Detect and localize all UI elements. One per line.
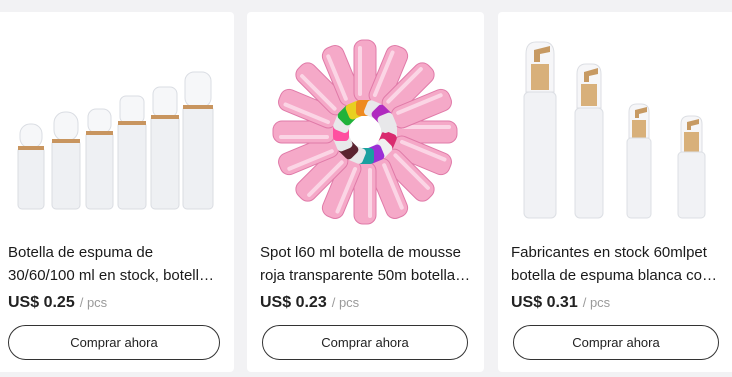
product-card[interactable]: Fabricantes en stock 60mlpet botella de … (498, 12, 732, 372)
product-price: US$ 0.31 (511, 294, 578, 311)
product-card[interactable]: Botella de espuma de 30/60/100 ml en sto… (0, 12, 234, 372)
product-image[interactable] (247, 12, 484, 232)
price-unit: / pcs (79, 295, 108, 310)
price-unit: / pcs (582, 295, 611, 310)
buy-now-button[interactable]: Comprar ahora (262, 325, 468, 360)
price-row: US$ 0.25 / pcs (8, 294, 107, 312)
product-price: US$ 0.23 (260, 294, 327, 311)
pink-bottles-ring-icon (272, 39, 458, 225)
white-foam-bottles-icon (17, 71, 214, 210)
product-title[interactable]: Botella de espuma de 30/60/100 ml en sto… (8, 241, 222, 287)
product-title[interactable]: Fabricantes en stock 60mlpet botella de … (511, 241, 723, 287)
product-title[interactable]: Spot l60 ml botella de mousse roja trans… (260, 241, 472, 287)
price-unit: / pcs (331, 295, 360, 310)
buy-now-button[interactable]: Comprar ahora (8, 325, 220, 360)
buy-now-button[interactable]: Comprar ahora (513, 325, 719, 360)
price-row: US$ 0.31 / pcs (511, 294, 610, 312)
product-card[interactable]: Spot l60 ml botella de mousse roja trans… (247, 12, 484, 372)
price-row: US$ 0.23 / pcs (260, 294, 359, 312)
product-image[interactable] (0, 12, 234, 232)
product-image[interactable] (498, 12, 732, 232)
white-foam-pump-bottles-icon (523, 41, 706, 219)
product-price: US$ 0.25 (8, 294, 75, 311)
